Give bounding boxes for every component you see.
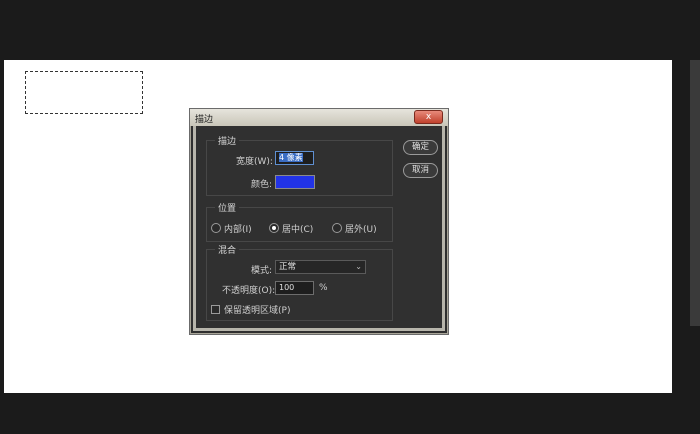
dialog-titlebar[interactable]: 描边 x <box>190 109 448 126</box>
position-group: 位置 内部(I) 居中(C) 居外(U) <box>206 201 393 242</box>
radio-inside-label: 内部(I) <box>224 225 252 235</box>
mode-label: 模式: <box>251 266 273 276</box>
vertical-scrollbar[interactable] <box>690 60 700 326</box>
ok-button[interactable]: 确定 <box>403 140 438 155</box>
stroke-group-title: 描边 <box>215 134 240 147</box>
opacity-value: 100 <box>279 283 295 292</box>
opacity-input[interactable]: 100 <box>275 281 314 295</box>
radio-inside[interactable] <box>211 223 221 233</box>
color-label: 颜色: <box>251 180 273 190</box>
radio-outside-label: 居外(U) <box>345 225 377 235</box>
cancel-button[interactable]: 取消 <box>403 163 438 178</box>
selection-marquee <box>25 71 143 114</box>
dialog-title: 描边 <box>195 115 214 125</box>
stroke-group: 描边 宽度(W): 4 像素 颜色: <box>206 134 393 196</box>
blend-group: 混合 模式: 正常 ⌄ 不透明度(O): 100 % 保留透明区域(P) <box>206 243 393 321</box>
chevron-down-icon: ⌄ <box>355 262 362 271</box>
width-input[interactable]: 4 像素 <box>275 151 314 165</box>
blend-group-title: 混合 <box>215 243 240 256</box>
radio-center[interactable] <box>269 223 279 233</box>
mode-value: 正常 <box>279 262 297 272</box>
opacity-unit: % <box>319 283 328 293</box>
dialog-body: 描边 宽度(W): 4 像素 颜色: 确定 取消 位置 内部(I) 居中(C) … <box>193 126 445 331</box>
preserve-transparency-label: 保留透明区域(P) <box>224 306 291 316</box>
radio-outside[interactable] <box>332 223 342 233</box>
close-icon: x <box>425 112 432 122</box>
stroke-dialog: 描边 x 描边 宽度(W): 4 像素 颜色: 确定 取消 位置 内部(I) 居… <box>189 108 449 335</box>
opacity-label: 不透明度(O): <box>222 286 276 296</box>
position-group-title: 位置 <box>215 201 240 214</box>
width-label: 宽度(W): <box>236 157 273 167</box>
color-swatch[interactable] <box>275 175 315 189</box>
preserve-transparency-checkbox[interactable] <box>211 305 220 314</box>
width-value: 4 像素 <box>279 153 303 162</box>
mode-select[interactable]: 正常 ⌄ <box>275 260 366 274</box>
close-button[interactable]: x <box>414 110 443 124</box>
radio-center-label: 居中(C) <box>282 225 314 235</box>
